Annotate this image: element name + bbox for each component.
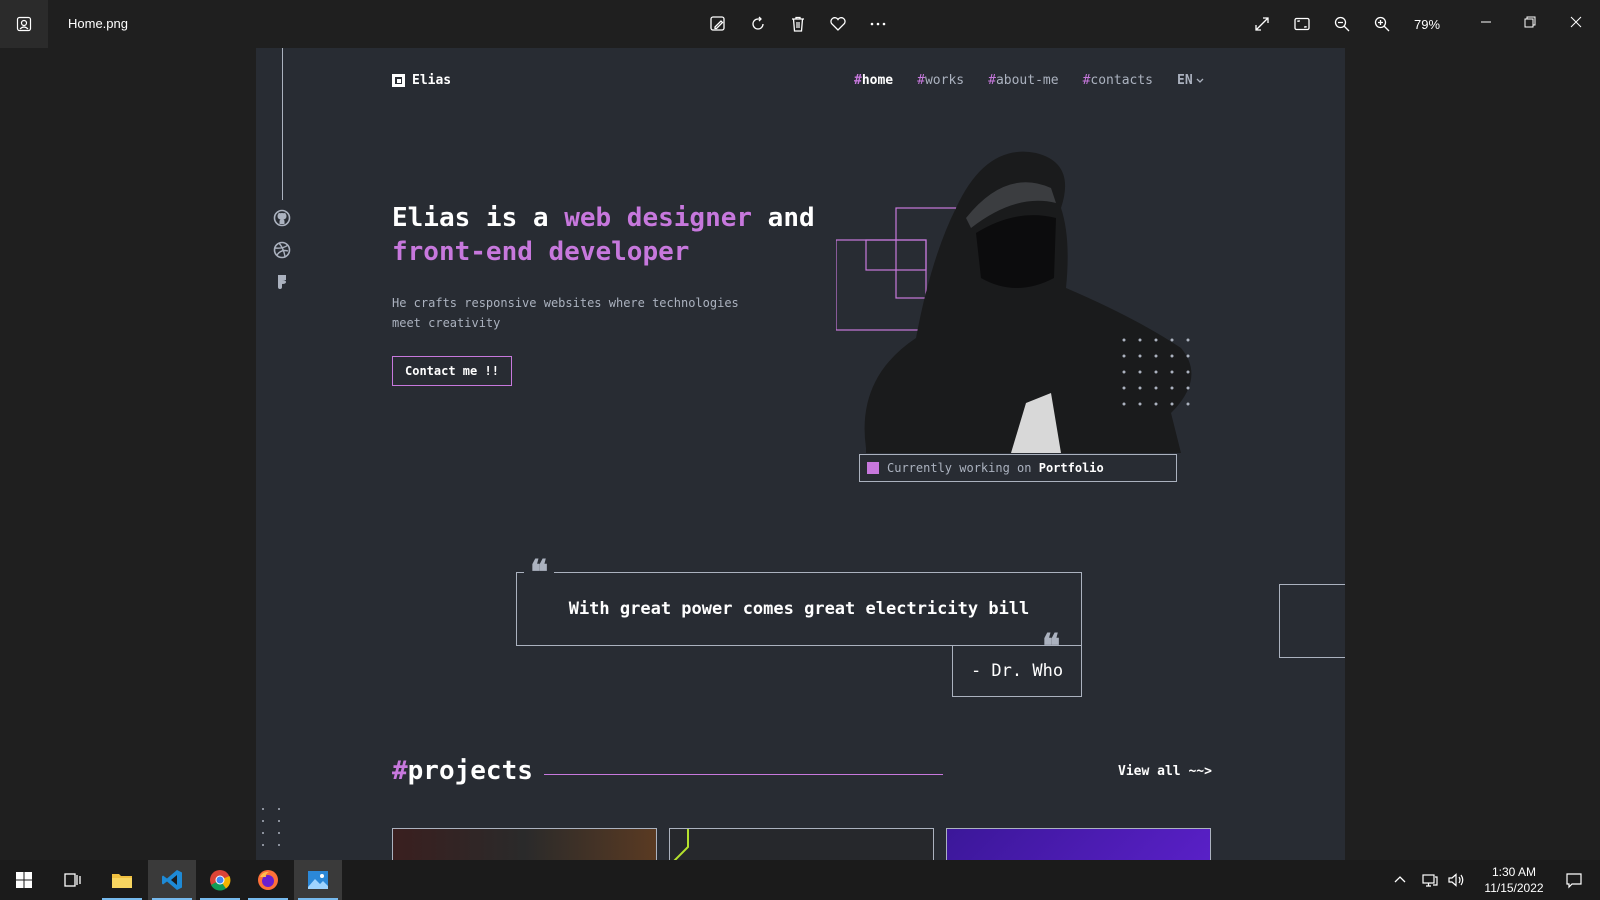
projects-heading: #projects (392, 756, 533, 786)
taskbar: 1:30 AM 11/15/2022 (0, 860, 1600, 900)
photos-app-icon[interactable] (0, 0, 48, 48)
logo-icon (392, 74, 405, 87)
taskbar-file-explorer[interactable] (98, 860, 146, 900)
restore-icon[interactable] (1518, 10, 1542, 34)
chevron-down-icon (1196, 78, 1204, 83)
system-tray: 1:30 AM 11/15/2022 (1388, 860, 1600, 900)
projects-divider (544, 774, 943, 775)
project-card-2[interactable] (669, 828, 934, 860)
delete-icon[interactable] (786, 12, 810, 36)
quote-text: With great power comes great electricity… (568, 599, 1030, 619)
task-view-icon (64, 873, 81, 887)
quote-author: - Dr. Who (952, 645, 1082, 697)
zoom-level[interactable]: 79% (1414, 17, 1440, 32)
github-icon[interactable] (272, 208, 292, 228)
more-icon[interactable] (866, 12, 890, 36)
folder-icon (112, 874, 132, 888)
network-icon[interactable] (1418, 868, 1442, 892)
chevron-up-icon[interactable] (1388, 868, 1412, 892)
decorative-rectangle (1279, 584, 1345, 658)
figma-icon[interactable] (272, 272, 292, 292)
project-card-2-accent (673, 829, 689, 860)
fullscreen-icon[interactable] (1250, 12, 1274, 36)
taskbar-vscode[interactable] (148, 860, 196, 900)
hero-subtitle: He crafts responsive websites where tech… (392, 296, 739, 330)
open-quote-icon: ❝ (524, 556, 555, 590)
windows-icon (16, 872, 32, 888)
image-toolbar (706, 12, 890, 36)
window-title: Home.png (68, 16, 128, 31)
project-card-1[interactable] (392, 828, 657, 860)
zoom-in-icon[interactable] (1370, 12, 1394, 36)
quote-box: With great power comes great electricity… (516, 572, 1082, 646)
volume-icon[interactable] (1444, 868, 1468, 892)
project-card-3[interactable] (946, 828, 1211, 860)
contact-me-button[interactable]: Contact me !! (392, 356, 512, 386)
minimize-icon[interactable] (1474, 10, 1498, 34)
social-links (272, 208, 292, 292)
taskbar-photos[interactable] (294, 860, 342, 900)
current-work-status: Currently working on Portfolio (859, 454, 1177, 482)
dribbble-icon[interactable] (272, 240, 292, 260)
status-square-icon (867, 462, 879, 474)
start-button[interactable] (0, 860, 48, 900)
title-bar: Home.png 79% (0, 0, 1600, 48)
logo-text: Elias (412, 73, 452, 88)
sidebar-line (282, 48, 283, 200)
favorite-icon[interactable] (826, 12, 850, 36)
clock-time: 1:30 AM (1491, 865, 1537, 879)
site-nav: #home #works #about-me #contacts EN (854, 73, 1204, 88)
vscode-icon (162, 870, 182, 890)
firefox-icon (258, 870, 278, 890)
nav-contacts[interactable]: #contacts (1083, 73, 1153, 88)
taskbar-clock[interactable]: 1:30 AM 11/15/2022 (1476, 864, 1552, 896)
view-controls: 79% (1250, 12, 1440, 36)
image-canvas[interactable]: Elias #home #works #about-me #contacts E… (256, 48, 1345, 860)
language-selector[interactable]: EN (1177, 73, 1204, 88)
hero-title: Elias is a web designer and front-end de… (392, 203, 815, 267)
taskbar-chrome[interactable] (196, 860, 244, 900)
taskbar-firefox[interactable] (244, 860, 292, 900)
edit-image-icon[interactable] (706, 12, 730, 36)
nav-works[interactable]: #works (917, 73, 964, 88)
zoom-out-icon[interactable] (1330, 12, 1354, 36)
view-all-link[interactable]: View all ~~> (1118, 764, 1212, 779)
rotate-icon[interactable] (746, 12, 770, 36)
clock-date: 11/15/2022 (1484, 881, 1544, 895)
chrome-icon (210, 870, 231, 891)
notification-icon[interactable] (1562, 868, 1586, 892)
photos-icon (308, 871, 328, 889)
nav-home[interactable]: #home (854, 73, 893, 88)
task-view-button[interactable] (48, 860, 96, 900)
fit-to-window-icon[interactable] (1290, 12, 1314, 36)
site-logo[interactable]: Elias (392, 73, 451, 88)
side-dot-grid (262, 808, 284, 846)
nav-about-me[interactable]: #about-me (988, 73, 1058, 88)
close-icon[interactable] (1564, 10, 1588, 34)
